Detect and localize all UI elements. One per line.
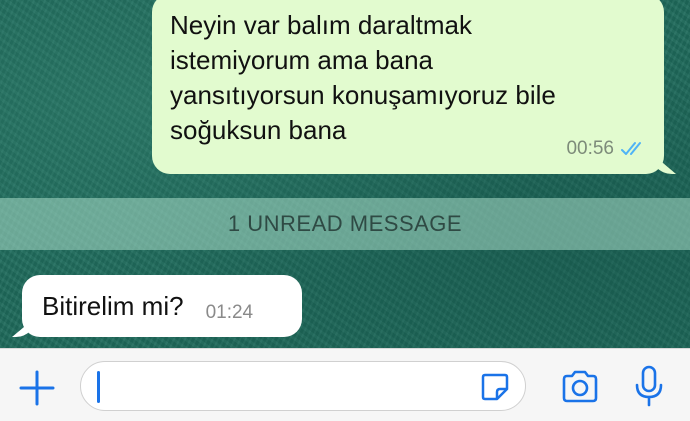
incoming-message-text: Bitirelim mi? — [42, 290, 184, 321]
bubble-tail — [650, 152, 676, 174]
text-caret — [97, 371, 100, 403]
incoming-message-time: 01:24 — [205, 302, 254, 323]
outgoing-message-meta: 00:56 — [566, 138, 648, 160]
outgoing-message-time: 00:56 — [566, 138, 614, 159]
message-input[interactable] — [80, 361, 526, 411]
camera-icon[interactable] — [560, 369, 600, 405]
outgoing-message-bubble[interactable]: Neyin var balım daraltmak istemiyorum am… — [152, 0, 676, 174]
message-composer-bar — [0, 348, 690, 421]
chat-background: Neyin var balım daraltmak istemiyorum am… — [0, 0, 690, 348]
microphone-icon[interactable] — [632, 365, 666, 409]
unread-divider-label: 1 UNREAD MESSAGE — [227, 211, 463, 236]
bubble-tail — [12, 317, 36, 337]
double-check-read-icon — [621, 142, 641, 155]
sticker-icon[interactable] — [479, 371, 511, 403]
incoming-message-bubble[interactable]: Bitirelim mi? 01:24 — [12, 275, 302, 337]
outgoing-message-text: Neyin var balım daraltmak istemiyorum am… — [170, 10, 556, 145]
plus-icon[interactable] — [18, 369, 56, 407]
unread-messages-divider: 1 UNREAD MESSAGE — [0, 198, 690, 250]
